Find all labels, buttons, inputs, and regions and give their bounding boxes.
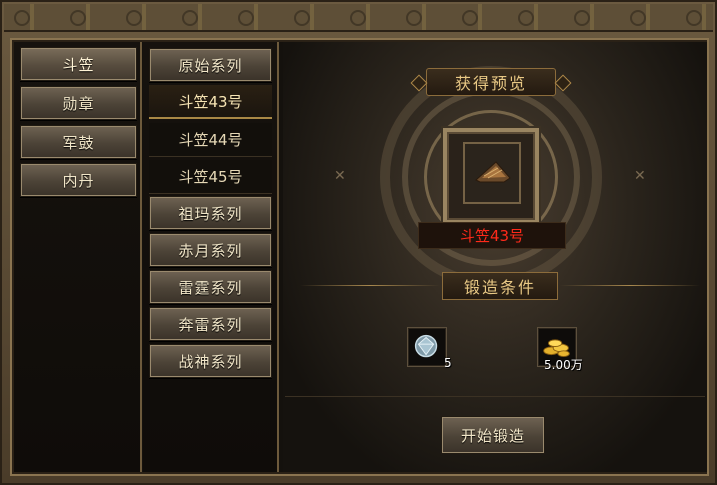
material-slot-diamond[interactable] [407, 327, 447, 367]
category-button-jungu[interactable]: 军鼓 [20, 125, 137, 159]
ornament-swirl-icon [182, 10, 198, 26]
subitem-douli-44[interactable]: 斗笠44号 [149, 123, 272, 157]
diamond-icon [414, 334, 438, 358]
ornament-swirl-icon [350, 10, 366, 26]
series-button-leiting[interactable]: 雷霆系列 [149, 270, 272, 304]
ornament-cross-icon: ✕ [334, 168, 346, 184]
preview-title: 获得预览 [426, 68, 556, 96]
ornament-swirl-icon [70, 10, 86, 26]
series-button-chiyue[interactable]: 赤月系列 [149, 233, 272, 267]
ornament-swirl-icon [630, 10, 646, 26]
series-button-benlei[interactable]: 奔雷系列 [149, 307, 272, 341]
subitem-douli-45[interactable]: 斗笠45号 [149, 160, 272, 194]
hat-icon [475, 161, 511, 183]
bottom-divider [285, 396, 705, 397]
preview-item-name: 斗笠43号 [418, 222, 566, 249]
subitem-douli-43[interactable]: 斗笠43号 [149, 85, 272, 119]
ornament-swirl-icon [686, 10, 702, 26]
ornament-swirl-icon [574, 10, 590, 26]
material-count-gold: 5.00万 [544, 358, 583, 372]
ornament-swirl-icon [126, 10, 142, 26]
forge-condition-title: 锻造条件 [442, 272, 558, 300]
series-button-zhanshen[interactable]: 战神系列 [149, 344, 272, 378]
category-button-douli[interactable]: 斗笠 [20, 47, 137, 81]
ornament-cross-icon: ✕ [634, 168, 646, 184]
series-button-original[interactable]: 原始系列 [149, 48, 272, 82]
ornament-swirl-icon [518, 10, 534, 26]
category-button-neidan[interactable]: 内丹 [20, 163, 137, 197]
category-button-xunzhang[interactable]: 勋章 [20, 86, 137, 120]
series-button-zuma[interactable]: 祖玛系列 [149, 196, 272, 230]
material-count-diamond: 5 [444, 356, 452, 370]
condition-divider-left [300, 285, 440, 286]
ornament-swirl-icon [294, 10, 310, 26]
ornament-swirl-icon [462, 10, 478, 26]
condition-divider-right [560, 285, 700, 286]
ornament-swirl-icon [14, 10, 30, 26]
ornament-swirl-icon [406, 10, 422, 26]
top-ornament-band [4, 4, 713, 32]
ornament-swirl-icon [238, 10, 254, 26]
start-forge-button[interactable]: 开始锻造 [441, 416, 545, 454]
